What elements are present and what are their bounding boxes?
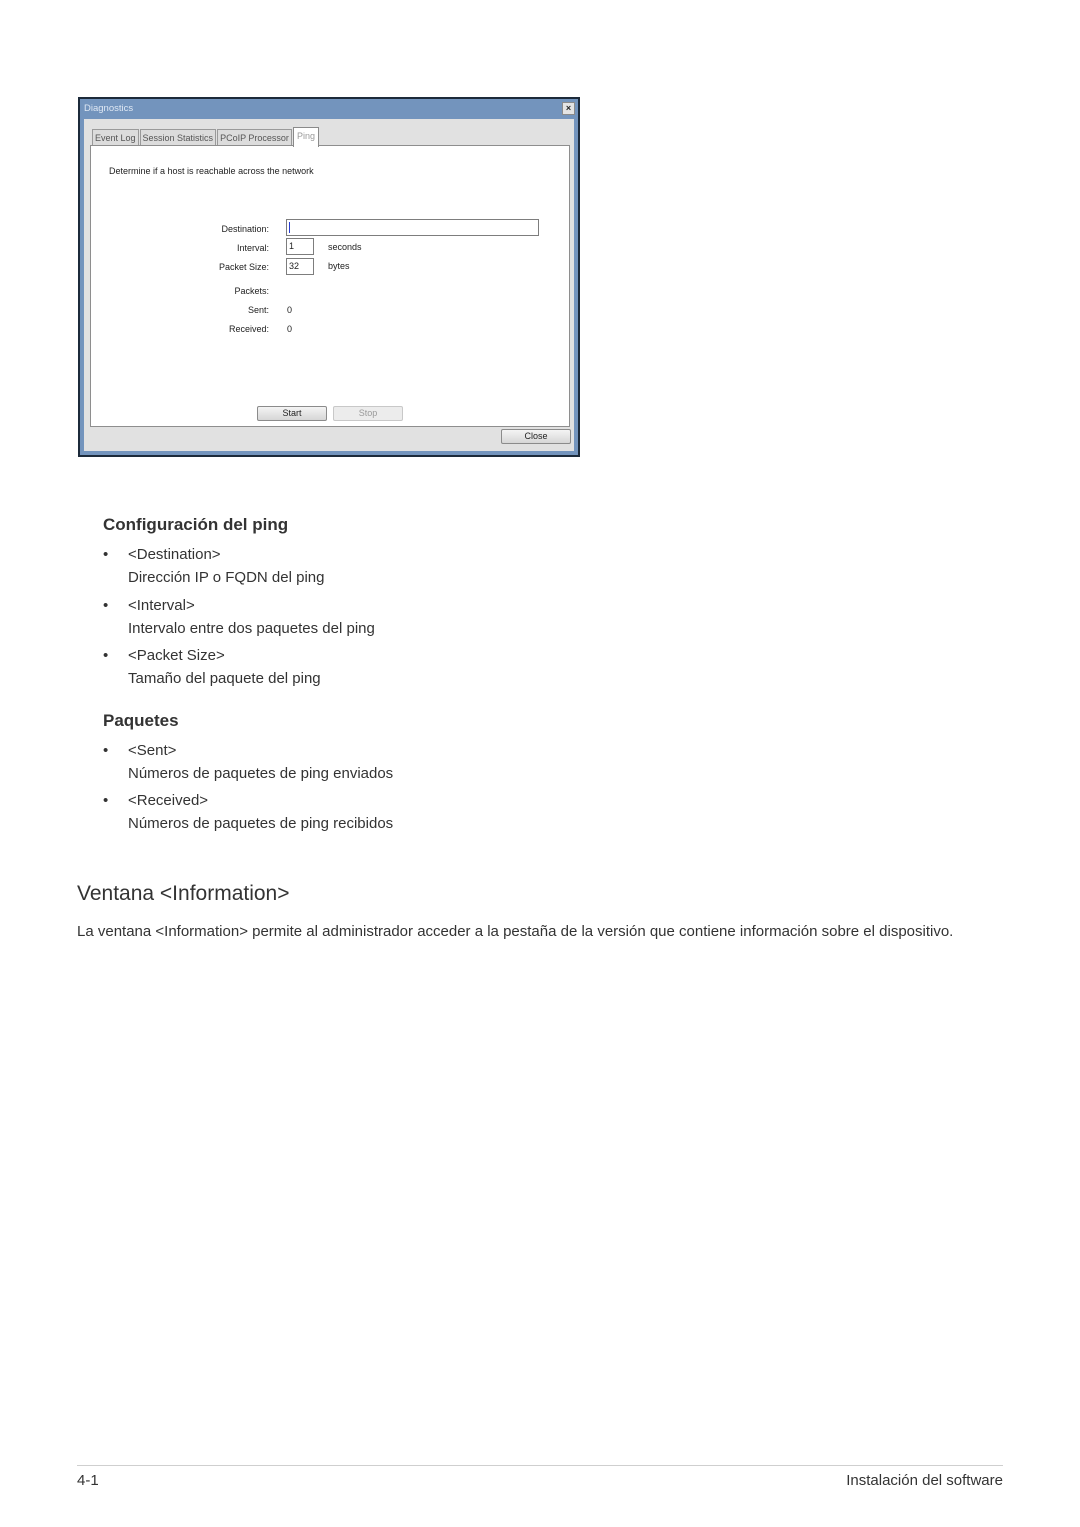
destination-input[interactable]	[286, 219, 539, 236]
bullet-icon: •	[103, 647, 109, 664]
tab-bar: Event Log Session Statistics PCoIP Proce…	[92, 127, 320, 147]
dialog-client-area: Event Log Session Statistics PCoIP Proce…	[84, 119, 574, 451]
interval-input[interactable]: 1	[286, 238, 314, 255]
item-description: Números de paquetes de ping enviados	[128, 765, 394, 782]
footer-divider	[77, 1465, 1003, 1466]
tab-session-statistics[interactable]: Session Statistics	[139, 129, 217, 146]
item-title: <Destination>	[128, 546, 221, 563]
sent-label: Sent:	[247, 305, 269, 315]
information-window-heading: Ventana <Information>	[77, 882, 290, 905]
packet-size-label: Packet Size:	[218, 262, 269, 272]
interval-label: Interval:	[236, 243, 269, 253]
item-title: <Sent>	[128, 742, 177, 759]
bullet-icon: •	[103, 597, 109, 614]
diagnostics-window: Diagnostics × Event Log Session Statisti…	[78, 97, 580, 457]
stop-button[interactable]: Stop	[333, 406, 403, 421]
text-caret	[289, 222, 290, 233]
section-heading-packets: Paquetes	[103, 711, 179, 730]
item-description: Números de paquetes de ping recibidos	[128, 815, 394, 832]
item-title: <Received>	[128, 792, 209, 809]
title-bar: Diagnostics ×	[80, 99, 578, 119]
sent-value: 0	[287, 305, 293, 315]
received-value: 0	[287, 324, 293, 334]
received-label: Received:	[228, 324, 269, 334]
item-description: Dirección IP o FQDN del ping	[128, 569, 325, 586]
packets-label: Packets:	[234, 286, 269, 296]
window-title: Diagnostics	[84, 103, 134, 114]
bullet-icon: •	[103, 792, 109, 809]
ping-panel: Determine if a host is reachable across …	[90, 145, 570, 427]
start-button[interactable]: Start	[257, 406, 327, 421]
section-heading-ping-config: Configuración del ping	[103, 515, 289, 534]
item-title: <Interval>	[128, 597, 195, 614]
packet-size-unit: bytes	[328, 261, 350, 271]
close-button[interactable]: Close	[501, 429, 571, 444]
window-frame: Diagnostics × Event Log Session Statisti…	[80, 99, 578, 455]
information-window-paragraph: La ventana <Information> permite al admi…	[77, 923, 954, 940]
item-description: Intervalo entre dos paquetes del ping	[128, 620, 375, 637]
tab-pcoip-processor[interactable]: PCoIP Processor	[217, 129, 292, 146]
bullet-icon: •	[103, 742, 109, 759]
tab-event-log[interactable]: Event Log	[92, 129, 139, 146]
close-icon[interactable]: ×	[562, 102, 575, 115]
interval-unit: seconds	[328, 242, 362, 252]
ping-description: Determine if a host is reachable across …	[109, 166, 314, 176]
packet-size-input[interactable]: 32	[286, 258, 314, 275]
page-number: 4-1	[77, 1472, 99, 1489]
bullet-icon: •	[103, 546, 109, 563]
tab-ping[interactable]: Ping	[292, 127, 319, 147]
item-description: Tamaño del paquete del ping	[128, 670, 321, 687]
item-title: <Packet Size>	[128, 647, 225, 664]
chapter-title: Instalación del software	[846, 1472, 1003, 1489]
destination-label: Destination:	[221, 224, 269, 234]
